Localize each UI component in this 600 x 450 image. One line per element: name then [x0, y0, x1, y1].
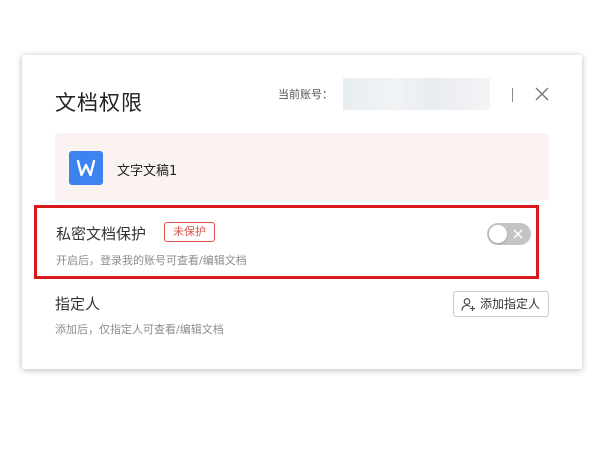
add-designee-label: 添加指定人: [480, 297, 541, 311]
file-name: 文字文稿1: [117, 164, 178, 179]
private-protection-description: 开启后，登录我的账号可查看/编辑文档: [56, 254, 247, 267]
current-account-value: [343, 78, 490, 110]
private-protection-section: 私密文档保护 未保护 开启后，登录我的账号可查看/编辑文档: [34, 205, 539, 279]
document-permissions-dialog: 文档权限 当前账号： 文字文稿1 私密文档保护 未保护 开启后，登录我的账号可查…: [22, 55, 582, 369]
status-badge: 未保护: [164, 222, 215, 242]
toggle-knob: [489, 225, 507, 243]
designee-title: 指定人: [55, 295, 101, 313]
current-account-label: 当前账号：: [278, 88, 333, 101]
dialog-title: 文档权限: [55, 91, 143, 115]
toggle-off-icon: [513, 229, 523, 239]
close-icon: [535, 87, 549, 101]
file-card: 文字文稿1: [55, 133, 549, 201]
word-doc-icon: [69, 151, 103, 185]
header-divider: [512, 88, 513, 102]
private-protection-title: 私密文档保护: [56, 225, 147, 243]
private-protection-toggle[interactable]: [487, 223, 531, 245]
designee-description: 添加后，仅指定人可查看/编辑文档: [55, 323, 224, 336]
add-user-icon: [461, 298, 475, 311]
close-button[interactable]: [533, 85, 551, 103]
add-designee-button[interactable]: 添加指定人: [453, 291, 549, 317]
